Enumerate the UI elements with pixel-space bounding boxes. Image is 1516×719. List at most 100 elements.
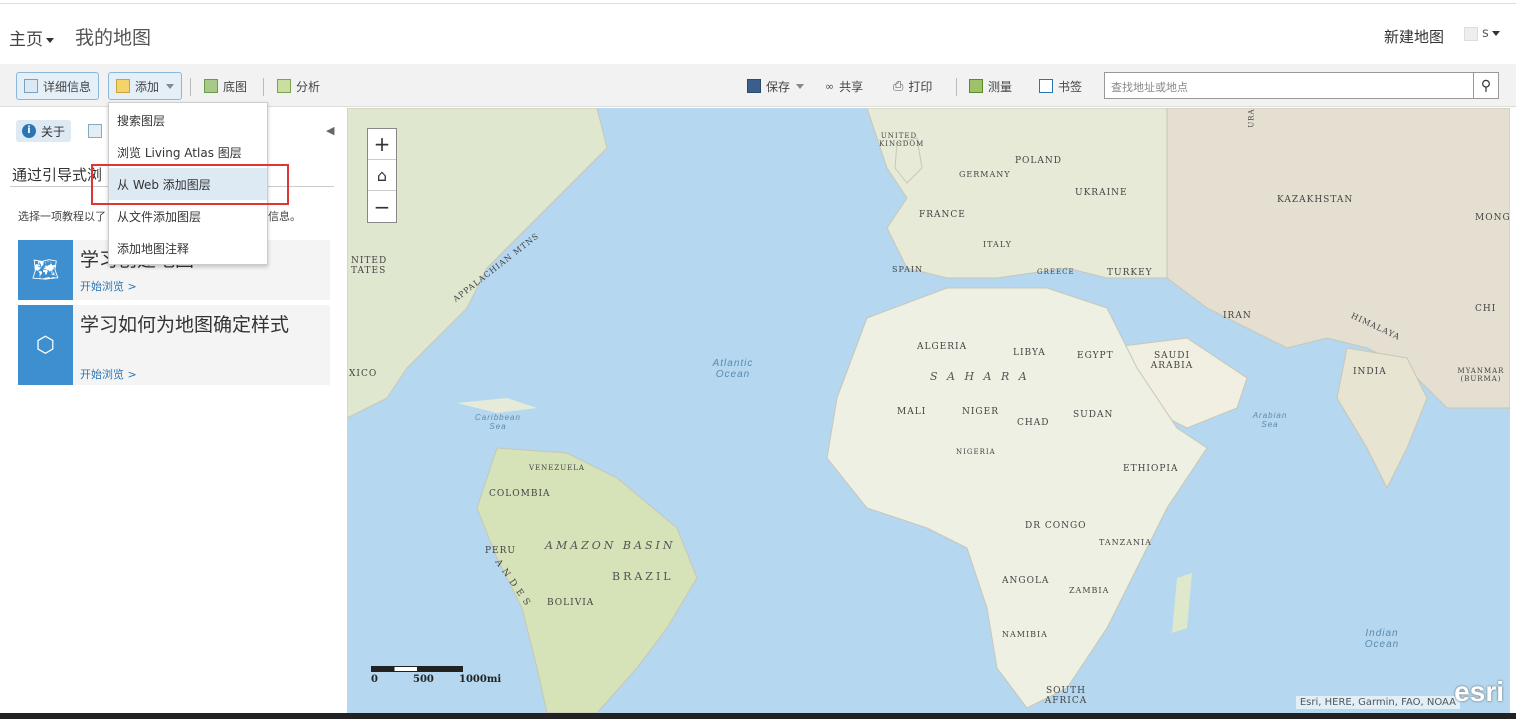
analysis-label: 分析 [296,79,321,94]
guide-title: 通过引导式浏 [12,166,103,184]
card-link[interactable]: 开始浏览 > [80,366,137,382]
map-label: ETHIOPIA [1123,464,1179,474]
menu-item-search-layers[interactable]: 搜索图层 [109,104,267,136]
map-label: FRANCE [919,210,966,220]
map-label: ITALY [983,240,1012,249]
basemap-icon [204,79,218,93]
map-label: Arabian Sea [1252,411,1288,429]
measure-button[interactable]: 测量 [962,72,1019,100]
map-label: COLOMBIA [489,489,551,499]
map-label: NIGERIA [956,448,996,456]
search-input[interactable]: 查找地址或地点 [1104,72,1474,99]
details-icon [24,79,38,93]
page-title: 我的地图 [75,27,152,49]
map-label: VENEZUELA [529,464,585,472]
menu-item-add-map-notes[interactable]: 添加地图注释 [109,232,267,264]
map-label: NIGER [962,407,999,417]
details-button[interactable]: 详细信息 [16,72,100,100]
bookmarks-button[interactable]: 书签 [1032,72,1089,100]
basemap-button[interactable]: 底图 [197,72,254,100]
new-map-link[interactable]: 新建地图 [1384,26,1444,47]
add-icon [116,79,130,93]
scale-graphic [371,666,463,672]
user-menu[interactable]: s [1464,26,1500,41]
map-label: MYANMAR (BURMA) [1457,367,1505,383]
divider [190,78,191,96]
chevron-down-icon [1491,31,1500,36]
tab-about[interactable]: i 关于 [16,120,72,142]
bookmarks-label: 书签 [1058,79,1083,94]
add-button[interactable]: 添加 [108,72,183,100]
map-label: Caribbean Sea [475,413,521,431]
map-label: SAUDI ARABIA [1150,351,1194,371]
map-label: INDIA [1353,367,1387,377]
map-label: BOLIVIA [547,598,595,608]
print-label: 打印 [908,79,933,94]
highlight-box [91,164,289,205]
map-label: NITED TATES [351,256,388,276]
measure-label: 测量 [988,79,1013,94]
map-label: UKRAINE [1075,188,1128,198]
avatar [1464,26,1478,41]
basemap-label: 底图 [223,79,248,94]
esri-logo: esri [1454,676,1504,707]
details-label: 详细信息 [43,79,92,94]
save-icon [747,79,761,93]
scale-label: 0 [371,674,378,685]
analysis-button[interactable]: 分析 [270,72,327,100]
save-button[interactable]: 保存 [740,72,811,100]
card-link[interactable]: 开始浏览 > [80,278,137,294]
divider [956,78,957,96]
tab-about-label: 关于 [41,124,66,139]
guide-description-end: 信息。 [268,210,301,223]
map-label: AMAZON BASIN [545,539,676,552]
map-label: EGYPT [1077,351,1114,361]
map-attribution[interactable]: Esri, HERE, Garmin, FAO, NOAA [1295,696,1460,709]
header: 主页 我的地图 新建地图 s [0,4,1516,64]
scale-label: 1000mi [459,674,502,685]
tutorial-card[interactable]: ⬡ 学习如何为地图确定样式 开始浏览 > [18,305,330,385]
map-label: S A H A R A [930,370,1030,383]
user-name: s [1482,26,1489,41]
share-icon: ∞ [825,79,835,93]
map-label: XICO [349,369,378,379]
map-label: MALI [897,407,927,417]
map-label: LIBYA [1013,348,1046,358]
share-button[interactable]: ∞ 共享 [818,72,870,100]
scale-bar: 0 500 1000mi [371,666,511,686]
map-label: NAMIBIA [1002,630,1048,639]
divider [263,78,264,96]
search-button[interactable]: ⚲ [1473,72,1499,99]
map-label: SOUTH AFRICA [1044,686,1088,706]
map-label: TANZANIA [1099,538,1152,547]
scale-label: 500 [413,674,434,685]
collapse-panel-icon[interactable]: ◀ [326,124,334,137]
bookmark-icon [1039,79,1053,93]
map-label: ZAMBIA [1069,586,1110,595]
analysis-icon [277,79,291,93]
home-label: 主页 [9,30,43,50]
map-label: URA [1247,108,1256,128]
map-view[interactable]: + ⌂ − UNITED KINGDOM POLAND GERMANY UKRA… [347,108,1510,713]
card-title: 学习如何为地图确定样式 [80,314,290,336]
map-label: CHAD [1017,418,1050,428]
map-label: SPAIN [892,265,924,274]
map-label: CHI [1475,304,1497,314]
home-extent-button[interactable]: ⌂ [368,160,396,191]
content-icon[interactable] [88,124,102,138]
map-label: PERU [485,546,516,556]
map-label: GERMANY [959,170,1011,179]
map-label: MONG [1475,213,1510,223]
info-icon: i [22,124,36,138]
print-button[interactable]: ⎙ 打印 [886,72,939,100]
map-label: TURKEY [1107,268,1153,278]
zoom-in-button[interactable]: + [368,129,396,160]
map-label: Atlantic Ocean [712,358,754,380]
home-menu[interactable]: 主页 [9,25,54,50]
scale-labels: 0 500 1000mi [371,674,511,686]
map-label: POLAND [1015,156,1063,166]
zoom-out-button[interactable]: − [368,191,396,222]
map-label: KAZAKHSTAN [1277,195,1354,205]
map-label: Indian Ocean [1364,628,1400,650]
measure-icon [969,79,983,93]
